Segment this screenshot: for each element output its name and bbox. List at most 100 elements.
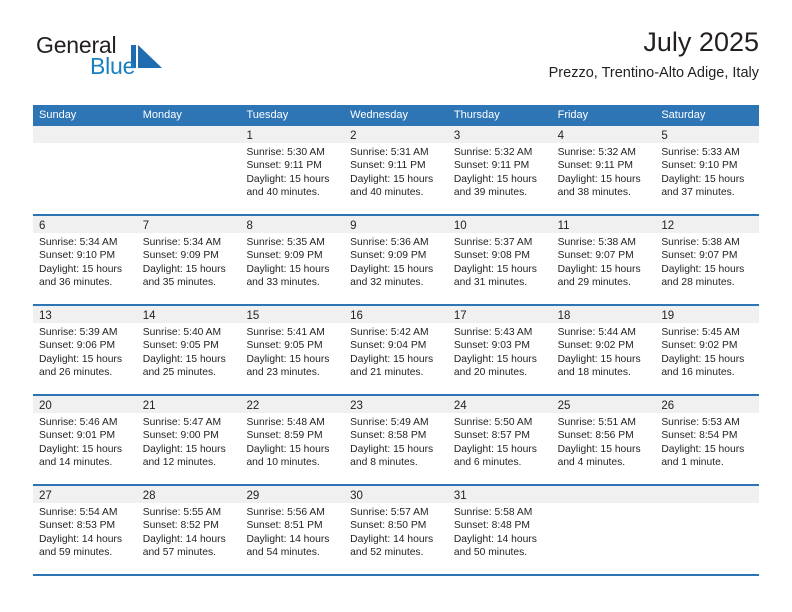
daylight-text-line2: and 33 minutes. [246,277,320,289]
day-details: Sunrise: 5:35 AM Sunset: 9:09 PM Daylight:… [240,233,344,290]
day-cell[interactable]: 16 Sunrise: 5:42 AM Sunset: 9:04 PM Dayligh… [344,306,448,394]
calendar-week-row: 27 Sunrise: 5:54 AM Sunset: 8:53 PM Dayligh… [33,486,760,576]
day-cell[interactable]: 14 Sunrise: 5:40 AM Sunset: 9:05 PM Dayligh… [136,306,241,394]
day-cell[interactable]: 21 Sunrise: 5:47 AM Sunset: 9:00 PM Dayligh… [136,396,241,484]
day-cell[interactable]: 2 Sunrise: 5:31 AM Sunset: 9:11 PM Daylight… [344,126,448,214]
sunrise-text: Sunrise: 5:43 AM [453,327,533,338]
sunrise-text: Sunrise: 5:48 AM [246,417,325,428]
sunset-text: Sunset: 8:50 PM [350,520,427,532]
daylight-text-line1: Daylight: 15 hours [661,443,745,455]
logo-text-blue: Blue [90,53,136,79]
title-block: July 2025 Prezzo, Trentino-Alto Adige, I… [549,26,759,82]
daylight-text-line1: Daylight: 15 hours [453,173,537,185]
day-details: Sunrise: 5:42 AM Sunset: 9:04 PM Daylight:… [344,323,448,380]
daylight-text-line2: and 20 minutes. [453,367,528,379]
day-number: 9 [350,220,357,232]
day-cell[interactable]: 1 Sunrise: 5:30 AM Sunset: 9:11 PM Daylight… [240,126,345,214]
day-cell[interactable]: 15 Sunrise: 5:41 AM Sunset: 9:05 PM Dayligh… [240,306,345,394]
weekday-header-tuesday: Tuesday [246,109,289,121]
day-number: 29 [246,490,260,502]
day-number-band [655,486,760,503]
daylight-text-line2: and 50 minutes. [453,547,528,559]
day-number-band: 25 [551,396,656,413]
weekday-header-wednesday: Wednesday [350,109,409,121]
day-cell[interactable]: 27 Sunrise: 5:54 AM Sunset: 8:53 PM Dayligh… [33,486,137,574]
day-cell[interactable]: 13 Sunrise: 5:39 AM Sunset: 9:06 PM Dayligh… [33,306,137,394]
daylight-text-line2: and 14 minutes. [39,457,113,469]
daylight-text-line2: and 4 minutes. [557,457,626,469]
day-cell[interactable]: 7 Sunrise: 5:34 AM Sunset: 9:09 PM Daylight… [136,216,241,304]
daylight-text-line1: Daylight: 15 hours [350,353,434,365]
day-number-band: 9 [344,216,448,233]
sunset-text: Sunset: 9:10 PM [39,250,116,262]
day-number-band: 27 [33,486,137,503]
day-number: 23 [350,400,363,412]
daylight-text-line1: Daylight: 15 hours [557,353,641,365]
sunrise-text: Sunrise: 5:42 AM [350,327,429,338]
daylight-text-line2: and 40 minutes. [350,187,424,199]
day-details: Sunrise: 5:50 AM Sunset: 8:57 PM Daylight:… [448,413,552,470]
sunset-text: Sunset: 9:10 PM [661,160,738,172]
general-blue-logo[interactable]: General Blue [33,32,273,92]
day-details: Sunrise: 5:39 AM Sunset: 9:06 PM Daylight:… [33,323,137,380]
sunset-text: Sunset: 9:01 PM [39,430,116,442]
sunrise-text: Sunrise: 5:34 AM [39,237,118,248]
sunrise-text: Sunrise: 5:33 AM [661,147,740,158]
day-cell[interactable]: 18 Sunrise: 5:44 AM Sunset: 9:02 PM Dayligh… [551,306,656,394]
day-number: 12 [661,220,675,232]
sunrise-text: Sunrise: 5:50 AM [453,417,533,428]
daylight-text-line2: and 28 minutes. [661,277,735,289]
day-details: Sunrise: 5:56 AM Sunset: 8:51 PM Daylight:… [240,503,344,560]
day-cell[interactable]: 31 Sunrise: 5:58 AM Sunset: 8:48 PM Dayligh… [447,486,552,574]
day-cell[interactable]: 23 Sunrise: 5:49 AM Sunset: 8:58 PM Dayligh… [344,396,448,484]
daylight-text-line2: and 52 minutes. [350,547,424,559]
day-number: 28 [142,490,156,502]
day-cell[interactable]: 17 Sunrise: 5:43 AM Sunset: 9:03 PM Dayligh… [447,306,552,394]
day-cell[interactable]: 12 Sunrise: 5:38 AM Sunset: 9:07 PM Dayligh… [655,216,760,304]
day-cell[interactable]: 19 Sunrise: 5:45 AM Sunset: 9:02 PM Dayligh… [655,306,760,394]
day-cell[interactable]: 30 Sunrise: 5:57 AM Sunset: 8:50 PM Dayligh… [344,486,448,574]
sunrise-text: Sunrise: 5:32 AM [453,147,533,158]
day-number: 27 [39,490,52,502]
day-number: 26 [661,400,675,412]
sunrise-text: Sunrise: 5:32 AM [557,147,637,158]
daylight-text-line1: Daylight: 15 hours [142,353,226,365]
day-number-band: 1 [240,126,345,143]
day-cell[interactable]: 28 Sunrise: 5:55 AM Sunset: 8:52 PM Dayligh… [136,486,241,574]
daylight-text-line2: and 36 minutes. [39,277,113,289]
sunrise-text: Sunrise: 5:58 AM [453,507,533,518]
day-cell[interactable]: 24 Sunrise: 5:50 AM Sunset: 8:57 PM Dayligh… [447,396,552,484]
day-number-band: 3 [447,126,552,143]
day-cell[interactable]: 29 Sunrise: 5:56 AM Sunset: 8:51 PM Dayligh… [240,486,345,574]
day-cell[interactable]: 6 Sunrise: 5:34 AM Sunset: 9:10 PM Daylight… [33,216,137,304]
daylight-text-line1: Daylight: 14 hours [246,533,330,545]
day-cell[interactable]: 10 Sunrise: 5:37 AM Sunset: 9:08 PM Dayligh… [447,216,552,304]
daylight-text-line2: and 10 minutes. [246,457,320,469]
daylight-text-line2: and 32 minutes. [350,277,424,289]
day-number: 2 [350,130,357,142]
day-number-band: 26 [655,396,760,413]
day-cell[interactable]: 20 Sunrise: 5:46 AM Sunset: 9:01 PM Dayligh… [33,396,137,484]
daylight-text-line1: Daylight: 15 hours [661,263,745,275]
daylight-text-line2: and 1 minute. [661,457,724,469]
day-cell[interactable]: 22 Sunrise: 5:48 AM Sunset: 8:59 PM Dayligh… [240,396,345,484]
sunrise-text: Sunrise: 5:49 AM [350,417,429,428]
day-cell-empty [551,486,656,574]
day-number: 25 [557,400,571,412]
sunset-text: Sunset: 9:02 PM [557,340,634,352]
day-details: Sunrise: 5:38 AM Sunset: 9:07 PM Daylight:… [552,233,656,290]
day-cell[interactable]: 8 Sunrise: 5:35 AM Sunset: 9:09 PM Daylight… [240,216,345,304]
day-cell[interactable]: 11 Sunrise: 5:38 AM Sunset: 9:07 PM Dayligh… [551,216,656,304]
day-number: 19 [661,310,675,322]
day-cell[interactable]: 4 Sunrise: 5:32 AM Sunset: 9:11 PM Daylight… [551,126,656,214]
day-cell[interactable]: 5 Sunrise: 5:33 AM Sunset: 9:10 PM Daylight… [655,126,760,214]
day-number-band: 22 [240,396,345,413]
daylight-text-line1: Daylight: 15 hours [246,353,330,365]
day-cell[interactable]: 26 Sunrise: 5:53 AM Sunset: 8:54 PM Dayligh… [655,396,760,484]
day-cell[interactable]: 3 Sunrise: 5:32 AM Sunset: 9:11 PM Daylight… [447,126,552,214]
sunset-text: Sunset: 9:11 PM [246,160,322,172]
day-number: 18 [557,310,571,322]
day-cell[interactable]: 25 Sunrise: 5:51 AM Sunset: 8:56 PM Dayligh… [551,396,656,484]
day-cell[interactable]: 9 Sunrise: 5:36 AM Sunset: 9:09 PM Daylight… [344,216,448,304]
sunrise-text: Sunrise: 5:44 AM [557,327,637,338]
